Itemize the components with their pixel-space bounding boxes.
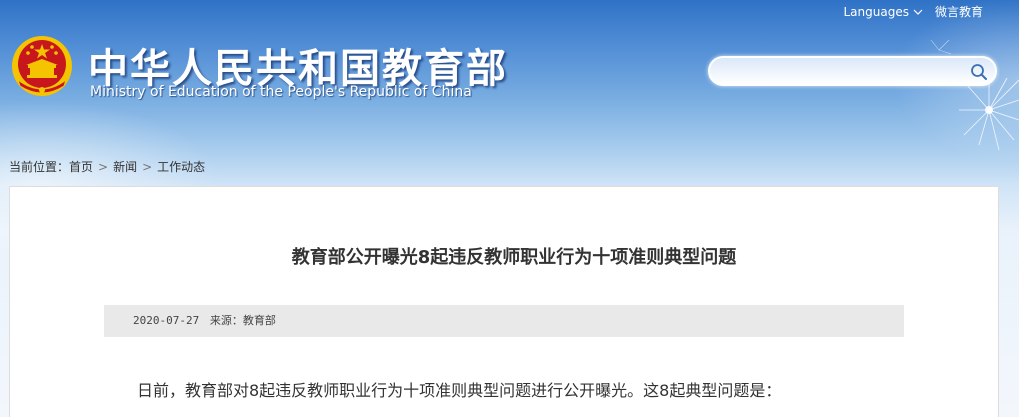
search-box bbox=[708, 56, 997, 86]
breadcrumb: 当前位置： 首页 > 新闻 > 工作动态 bbox=[9, 158, 205, 175]
search-icon[interactable] bbox=[969, 62, 989, 82]
languages-label[interactable]: Languages bbox=[844, 5, 909, 19]
national-emblem-icon[interactable] bbox=[10, 34, 74, 100]
article-date: 2020-07-27 bbox=[133, 314, 200, 327]
wechat-link[interactable]: 微言教育 bbox=[935, 3, 983, 20]
article-meta-bar: 2020-07-27 来源：教育部 bbox=[104, 305, 904, 337]
breadcrumb-home[interactable]: 首页 bbox=[69, 158, 93, 175]
breadcrumb-news[interactable]: 新闻 bbox=[113, 158, 137, 175]
site-title-en: Ministry of Education of the People's Re… bbox=[90, 84, 472, 100]
breadcrumb-work-updates[interactable]: 工作动态 bbox=[157, 158, 205, 175]
breadcrumb-arrow-icon: > bbox=[98, 159, 109, 174]
breadcrumb-prefix: 当前位置： bbox=[9, 160, 70, 174]
chevron-down-icon bbox=[913, 9, 923, 15]
article-title: 教育部公开曝光8起违反教师职业行为十项准则典型问题 bbox=[291, 247, 737, 268]
article-paragraph: 日前，教育部对8起违反教师职业行为十项准则典型问题进行公开曝光。这8起典型问题是… bbox=[137, 381, 782, 400]
search-input[interactable] bbox=[720, 62, 965, 80]
top-links: Languages 微言教育 bbox=[844, 3, 984, 20]
languages-dropdown[interactable]: Languages bbox=[844, 5, 923, 19]
breadcrumb-arrow-icon: > bbox=[142, 159, 153, 174]
article-source: 来源：教育部 bbox=[209, 314, 276, 327]
